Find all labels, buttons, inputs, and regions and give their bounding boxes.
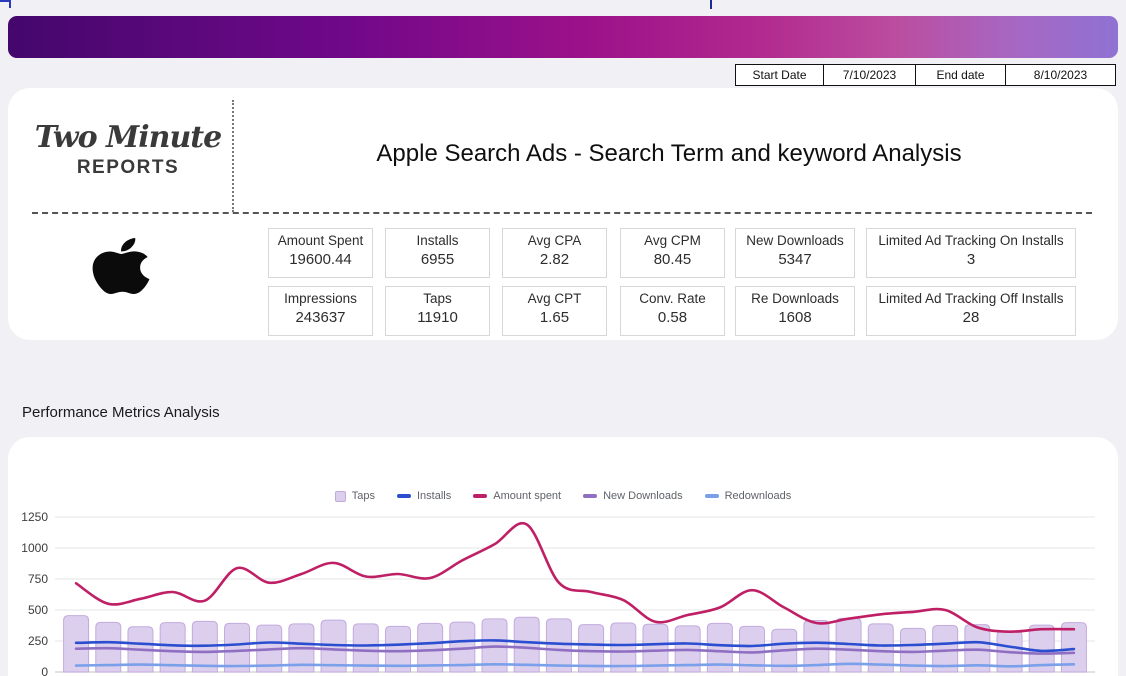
metric-label: Conv. Rate	[621, 291, 724, 306]
new-downloads-swatch-icon	[583, 494, 597, 498]
metric-label: Re Downloads	[736, 291, 854, 306]
metric-label: New Downloads	[736, 233, 854, 248]
date-range-filter[interactable]: Start Date 7/10/2023 End date 8/10/2023	[735, 64, 1116, 86]
installs-swatch-icon	[397, 494, 411, 498]
svg-text:1250: 1250	[21, 510, 48, 524]
chart-legend: Taps Installs Amount spent New Downloads…	[8, 490, 1118, 502]
metric-label: Installs	[386, 233, 489, 248]
end-date-label: End date	[915, 65, 1005, 85]
metric-value: 19600.44	[269, 251, 372, 268]
cursor-artifact	[710, 0, 712, 9]
metric-value: 3	[867, 251, 1075, 268]
metric-label: Avg CPT	[503, 291, 606, 306]
taps-swatch-icon	[335, 491, 346, 502]
start-date-value[interactable]: 7/10/2023	[823, 65, 915, 85]
report-title: Apple Search Ads - Search Term and keywo…	[238, 140, 1100, 168]
svg-text:1000: 1000	[21, 541, 48, 555]
apple-icon	[92, 234, 150, 303]
metric-label: Limited Ad Tracking Off Installs	[867, 291, 1075, 306]
two-minute-reports-logo-sub: REPORTS	[34, 157, 222, 179]
metric-label: Taps	[386, 291, 489, 306]
svg-text:0: 0	[41, 665, 48, 676]
metrics-row-1: Amount Spent 19600.44 Installs 6955 Avg …	[268, 228, 1076, 278]
report-header-banner	[8, 16, 1118, 58]
legend-item-installs[interactable]: Installs	[397, 490, 451, 502]
metric-card-new-downloads: New Downloads 5347	[735, 228, 855, 278]
metric-card-avg-cpa: Avg CPA 2.82	[502, 228, 607, 278]
legend-label: Installs	[417, 490, 451, 502]
metric-value: 1608	[736, 309, 854, 326]
legend-item-taps[interactable]: Taps	[335, 490, 375, 502]
section-title: Performance Metrics Analysis	[22, 404, 220, 421]
svg-text:500: 500	[28, 603, 48, 617]
metric-card-taps: Taps 11910	[385, 286, 490, 336]
legend-label: New Downloads	[603, 490, 682, 502]
metric-value: 80.45	[621, 251, 724, 268]
amount-spent-swatch-icon	[473, 494, 487, 498]
legend-label: Amount spent	[493, 490, 561, 502]
metric-value: 1.65	[503, 309, 606, 326]
end-date-value[interactable]: 8/10/2023	[1005, 65, 1115, 85]
metric-card-lat-off-installs: Limited Ad Tracking Off Installs 28	[866, 286, 1076, 336]
legend-label: Redownloads	[725, 490, 792, 502]
metric-label: Amount Spent	[269, 233, 372, 248]
metric-card-impressions: Impressions 243637	[268, 286, 373, 336]
performance-combo-chart: 1250 1000 750 500 250 0	[0, 508, 1126, 676]
start-date-label: Start Date	[736, 65, 823, 85]
metric-card-avg-cpt: Avg CPT 1.65	[502, 286, 607, 336]
report-header-card: Two Minute REPORTS Apple Search Ads - Se…	[8, 88, 1118, 340]
metric-card-amount-spent: Amount Spent 19600.44	[268, 228, 373, 278]
metric-value: 28	[867, 309, 1075, 326]
legend-item-redownloads[interactable]: Redownloads	[705, 490, 792, 502]
metrics-row-2: Impressions 243637 Taps 11910 Avg CPT 1.…	[268, 286, 1076, 336]
redownloads-swatch-icon	[705, 494, 719, 498]
metric-card-re-downloads: Re Downloads 1608	[735, 286, 855, 336]
browser-corner-artifact	[0, 0, 11, 8]
metric-label: Avg CPM	[621, 233, 724, 248]
metric-value: 0.58	[621, 309, 724, 326]
metric-card-conv-rate: Conv. Rate 0.58	[620, 286, 725, 336]
svg-text:750: 750	[28, 572, 48, 586]
metric-label: Limited Ad Tracking On Installs	[867, 233, 1075, 248]
metric-card-installs: Installs 6955	[385, 228, 490, 278]
metric-label: Avg CPA	[503, 233, 606, 248]
horizontal-dashed-divider	[32, 212, 1092, 214]
legend-label: Taps	[352, 490, 375, 502]
legend-item-amount-spent[interactable]: Amount spent	[473, 490, 561, 502]
metric-card-avg-cpm: Avg CPM 80.45	[620, 228, 725, 278]
two-minute-reports-logo: Two Minute	[34, 120, 222, 155]
metric-label: Impressions	[269, 291, 372, 306]
svg-text:250: 250	[28, 634, 48, 648]
legend-item-new-downloads[interactable]: New Downloads	[583, 490, 682, 502]
metric-value: 6955	[386, 251, 489, 268]
metric-value: 11910	[386, 309, 489, 326]
vertical-dotted-divider	[232, 100, 234, 212]
metric-value: 243637	[269, 309, 372, 326]
metric-value: 5347	[736, 251, 854, 268]
metric-value: 2.82	[503, 251, 606, 268]
metric-card-lat-on-installs: Limited Ad Tracking On Installs 3	[866, 228, 1076, 278]
